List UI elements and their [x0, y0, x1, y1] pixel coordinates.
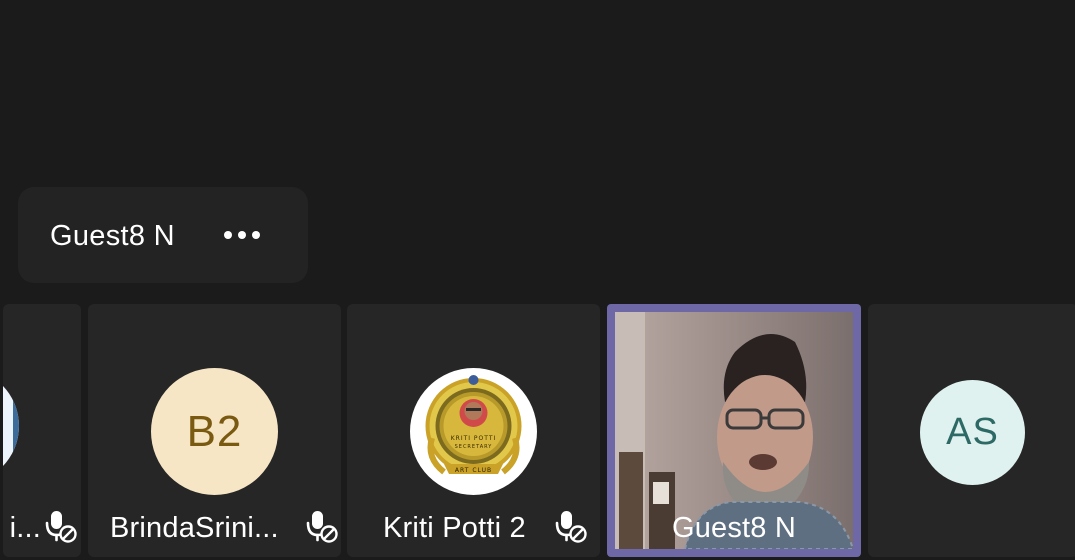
more-options-button[interactable] [214, 213, 270, 257]
art-club-logo-icon: KRITI POTTI SECRETARY ART CLUB [410, 368, 537, 495]
participant-name: i... [9, 512, 41, 544]
participant-tile[interactable]: i... [3, 304, 81, 557]
participant-tile[interactable]: KRITI POTTI SECRETARY ART CLUB Kriti Pot… [347, 304, 600, 557]
participant-avatar: B2 [151, 368, 278, 495]
participant-name: Kriti Potti 2 [383, 512, 526, 544]
participant-avatar [3, 368, 19, 484]
mic-off-icon [45, 511, 77, 543]
more-horizontal-icon-dot [238, 231, 246, 239]
more-horizontal-icon [224, 231, 232, 239]
pinned-speaker-chip[interactable]: Guest8 N [18, 187, 308, 283]
logo-name: KRITI POTTI [451, 435, 497, 442]
participant-avatar: KRITI POTTI SECRETARY ART CLUB [410, 368, 537, 495]
avatar-initials: AS [946, 411, 999, 453]
logo-role: SECRETARY [455, 444, 493, 450]
participant-tile[interactable]: AS [868, 304, 1075, 557]
participant-tile-active-speaker[interactable]: Guest8 N [607, 304, 861, 557]
more-horizontal-icon-dot [252, 231, 260, 239]
participant-name: Guest8 N [671, 512, 797, 544]
participant-tile[interactable]: B2 BrindaSrini... [88, 304, 341, 557]
avatar-initials: B2 [186, 406, 243, 456]
globe-logo-icon [7, 386, 19, 466]
logo-banner: ART CLUB [455, 467, 492, 474]
speaker-name: Guest8 N [50, 220, 175, 252]
meeting-stage: Guest8 N i... B2 BrindaSrini... KRITI PO… [0, 0, 1075, 560]
participant-avatar: AS [920, 380, 1025, 485]
mic-off-icon [555, 511, 587, 543]
participant-name: BrindaSrini... [110, 512, 279, 544]
mic-off-icon [306, 511, 338, 543]
